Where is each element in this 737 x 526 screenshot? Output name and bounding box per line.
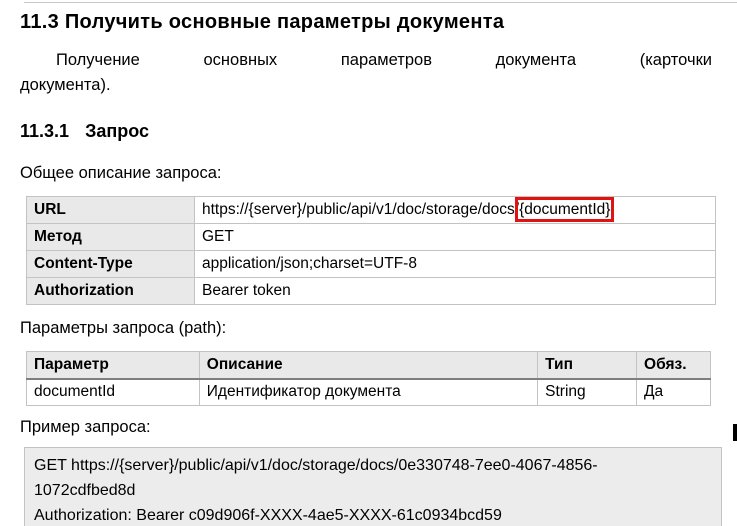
request-description-table: URL https://{server}/public/api/v1/doc/s…: [26, 196, 716, 305]
subsection-title: Запрос: [85, 121, 149, 141]
header-required: Обяз.: [636, 351, 711, 380]
intro-line-1: Получение основных параметров документа …: [56, 51, 712, 69]
code-line-1: GET https://{server}/public/api/v1/doc/s…: [34, 457, 598, 474]
row-label-method: Метод: [26, 223, 195, 251]
top-divider: [24, 2, 737, 3]
header-type: Тип: [537, 351, 638, 380]
subsection-heading: 11.3.1 Запрос: [20, 120, 712, 142]
document-content: 11.3 Получить основные параметры докумен…: [0, 0, 737, 526]
url-highlighted-parameter: {documentId}: [515, 197, 615, 222]
code-line-3: Authorization: Bearer c09d906f-XXXX-4ae5…: [34, 507, 502, 524]
header-parameter: Параметр: [26, 351, 200, 380]
intro-paragraph: Получение основных параметров документа …: [20, 48, 712, 98]
cell-type: String: [537, 378, 638, 406]
row-value-url: https://{server}/public/api/v1/doc/stora…: [194, 196, 716, 224]
params-header-row: Параметр Описание Тип Обяз.: [26, 351, 711, 380]
params-data-row: documentId Идентификатор документа Strin…: [26, 378, 711, 406]
path-params-label: Параметры запроса (path):: [20, 319, 227, 337]
example-label: Пример запроса:: [20, 418, 151, 436]
row-value-method: GET: [194, 223, 716, 251]
cell-parameter: documentId: [26, 378, 200, 406]
path-params-table: Параметр Описание Тип Обяз. documentId И…: [26, 351, 711, 406]
row-label-authorization: Authorization: [26, 277, 195, 305]
cell-required: Да: [636, 378, 711, 406]
table-row-url: URL https://{server}/public/api/v1/doc/s…: [26, 196, 716, 224]
section-heading: 11.3 Получить основные параметры докумен…: [20, 11, 505, 33]
row-label-content-type: Content-Type: [26, 250, 195, 278]
table-row-method: Метод GET: [26, 223, 716, 251]
row-value-content-type: application/json;charset=UTF-8: [194, 250, 716, 278]
intro-line-2: документа).: [20, 76, 111, 94]
header-description: Описание: [198, 351, 539, 380]
code-line-2: 1072cdfbed8d: [34, 482, 136, 499]
overview-label: Общее описание запроса:: [20, 164, 222, 182]
url-prefix: https://{server}/public/api/v1/doc/stora…: [202, 201, 520, 218]
row-label-url: URL: [26, 196, 195, 224]
table-row-authorization: Authorization Bearer token: [26, 277, 716, 305]
example-request-code: GET https://{server}/public/api/v1/doc/s…: [24, 447, 722, 526]
document-page: 11.3 Получить основные параметры докумен…: [0, 0, 737, 526]
row-value-authorization: Bearer token: [194, 277, 716, 305]
text-cursor: [733, 424, 737, 441]
cell-description: Идентификатор документа: [198, 378, 539, 406]
subsection-number: 11.3.1: [20, 121, 70, 141]
table-row-content-type: Content-Type application/json;charset=UT…: [26, 250, 716, 278]
